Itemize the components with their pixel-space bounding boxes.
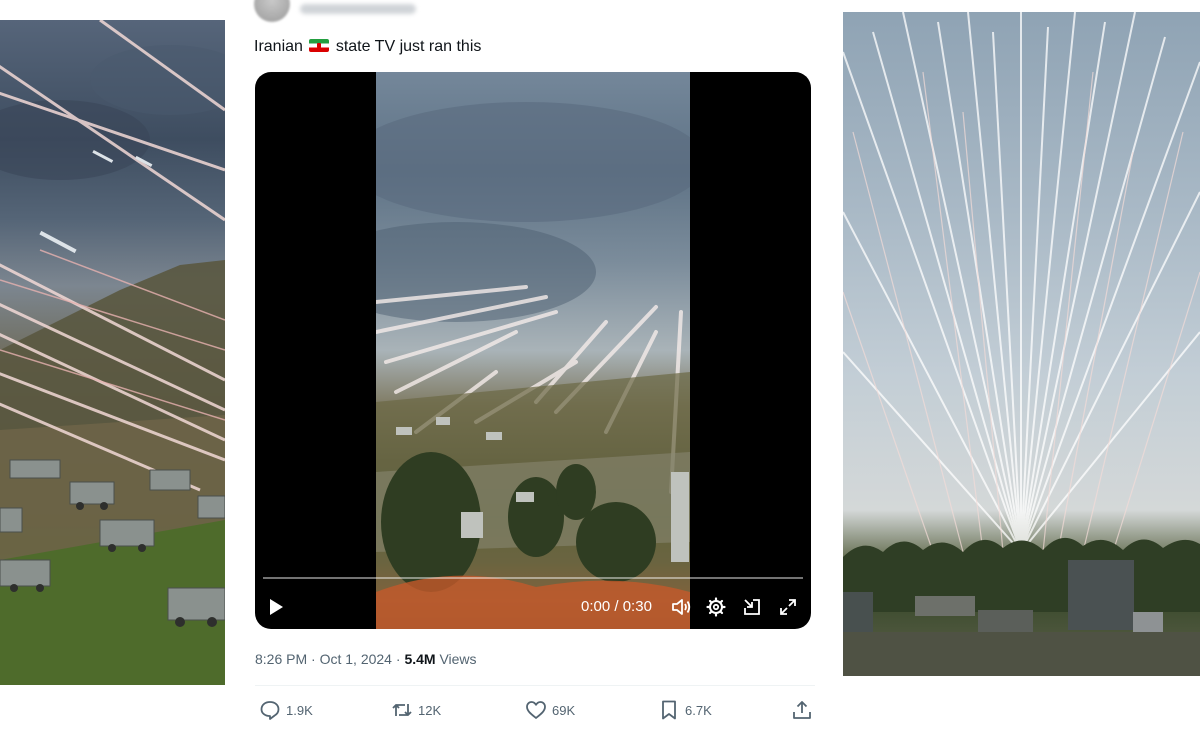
current-time: 0:00 (581, 598, 611, 615)
views-label: Views (439, 651, 477, 667)
share-icon (793, 701, 811, 719)
repost-button[interactable]: 12K (391, 696, 441, 724)
views-count: 5.4M (404, 651, 436, 667)
like-count: 69K (552, 702, 576, 718)
avatar[interactable] (254, 0, 290, 22)
tweet-text: Iranian state TV just ran this (254, 37, 481, 57)
reply-icon (260, 701, 280, 720)
tweet-text-part-1: Iranian (254, 38, 303, 55)
iran-flag-icon (309, 39, 330, 52)
right-image-art (843, 12, 1200, 676)
tweet-card: Iranian state TV just ran this 0:00 / 0:… (240, 0, 830, 730)
post-time[interactable]: 8:26 PM (255, 651, 307, 667)
gear-icon (706, 597, 726, 617)
bookmark-count: 6.7K (685, 702, 712, 718)
video-player[interactable]: 0:00 / 0:30 (255, 72, 811, 629)
reply-count: 1.9K (286, 702, 313, 718)
fullscreen-button[interactable] (777, 596, 799, 618)
repost-count: 12K (418, 702, 442, 718)
share-button[interactable] (791, 696, 818, 724)
reply-button[interactable]: 1.9K (259, 696, 313, 724)
duration: 0:30 (622, 598, 652, 615)
video-progress-bar[interactable] (263, 577, 803, 579)
blurred-handle[interactable] (300, 4, 416, 14)
time-separator: / (614, 598, 619, 615)
like-button[interactable]: 69K (525, 696, 575, 724)
tweet-actions: 1.9K 12K 69K 6.7K (255, 696, 815, 724)
divider (255, 685, 815, 686)
play-icon (270, 599, 283, 615)
left-image-art (0, 20, 225, 685)
tweet-text-part-2: state TV just ran this (335, 38, 482, 55)
post-date[interactable]: Oct 1, 2024 (320, 651, 392, 667)
meta-dot: · (311, 651, 316, 667)
play-button[interactable] (265, 596, 287, 618)
volume-icon (672, 599, 691, 615)
fullscreen-icon (780, 599, 796, 615)
tweet-meta: 8:26 PM · Oct 1, 2024 · 5.4M Views (255, 651, 477, 667)
heart-icon (526, 701, 546, 719)
right-salvo-image (843, 12, 1200, 676)
volume-button[interactable] (671, 596, 693, 618)
left-launchers-image (0, 20, 225, 685)
author-row (254, 0, 654, 22)
video-frame[interactable] (376, 72, 690, 629)
meta-dot: · (395, 651, 401, 667)
video-still-art (376, 102, 690, 629)
settings-button[interactable] (705, 596, 727, 618)
dock-icon (744, 599, 760, 615)
repost-icon (392, 704, 412, 716)
bookmark-button[interactable]: 6.7K (658, 696, 712, 724)
bookmark-icon (662, 700, 676, 720)
picture-in-picture-button[interactable] (741, 596, 763, 618)
video-time: 0:00 / 0:30 (581, 598, 652, 615)
